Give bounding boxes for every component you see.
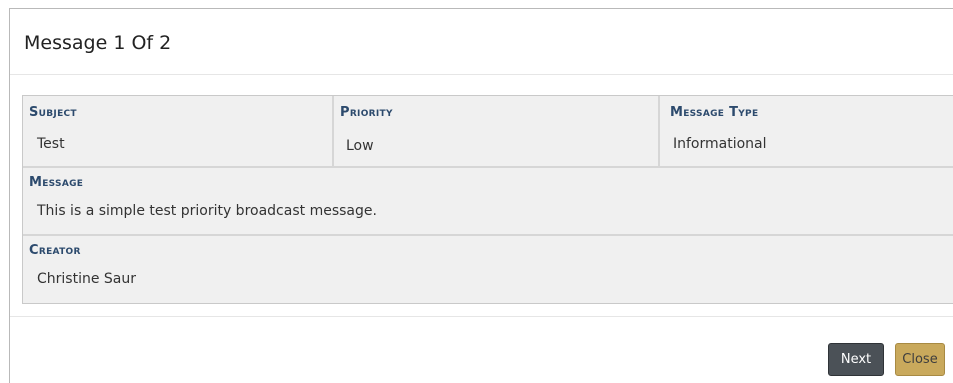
message-type-value: Informational [673, 136, 767, 152]
footer-divider [10, 316, 953, 317]
message-type-label: Message Type [670, 105, 759, 120]
dialog-header: Message 1 Of 2 [10, 9, 953, 75]
details-row-summary: Subject Test Priority Low Message Type I… [23, 96, 953, 166]
subject-value: Test [37, 136, 65, 152]
next-button[interactable]: Next [828, 343, 884, 376]
subject-cell: Subject Test [23, 96, 332, 166]
message-body: This is a simple test priority broadcast… [37, 203, 377, 219]
message-dialog: Message 1 Of 2 Subject Test Priority Low… [9, 8, 953, 383]
message-details-panel: Subject Test Priority Low Message Type I… [22, 95, 953, 304]
message-label: Message [29, 175, 84, 190]
priority-cell: Priority Low [332, 96, 658, 166]
priority-label: Priority [340, 105, 393, 120]
message-type-cell: Message Type Informational [658, 96, 953, 166]
dialog-title: Message 1 Of 2 [24, 32, 172, 54]
subject-label: Subject [29, 105, 77, 120]
message-cell: Message This is a simple test priority b… [23, 168, 953, 234]
creator-label: Creator [29, 243, 81, 258]
creator-cell: Creator Christine Saur [23, 236, 953, 304]
priority-value: Low [346, 138, 374, 154]
details-row-message: Message This is a simple test priority b… [23, 166, 953, 234]
details-row-creator: Creator Christine Saur [23, 234, 953, 304]
close-button[interactable]: Close [895, 343, 945, 376]
creator-value: Christine Saur [37, 271, 136, 287]
